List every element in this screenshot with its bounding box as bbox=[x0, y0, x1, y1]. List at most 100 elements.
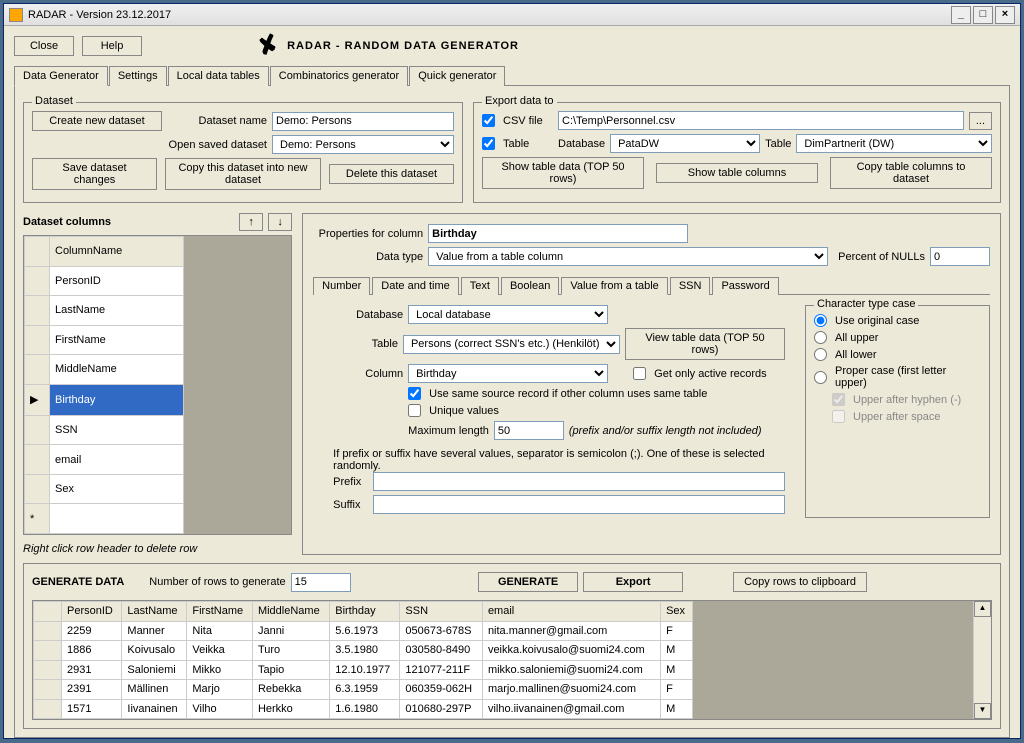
radar-logo-icon: ✘ bbox=[254, 28, 284, 62]
move-up-button[interactable]: ↑ bbox=[239, 213, 263, 231]
table-row[interactable]: 2391MällinenMarjoRebekka6.3.1959060359-0… bbox=[34, 680, 693, 700]
move-down-button[interactable]: ↓ bbox=[268, 213, 292, 231]
database-select[interactable]: PataDW bbox=[610, 134, 760, 153]
column-row[interactable]: MiddleName bbox=[25, 355, 184, 385]
tab-settings[interactable]: Settings bbox=[109, 66, 167, 86]
src-column-select[interactable]: Birthday bbox=[408, 364, 608, 383]
minimize-button[interactable]: _ bbox=[951, 6, 971, 24]
scroll-down-button[interactable]: ▼ bbox=[974, 703, 991, 719]
dataset-name-input[interactable] bbox=[272, 112, 454, 131]
proptab-value-from-table[interactable]: Value from a table bbox=[561, 277, 667, 295]
copy-dataset-button[interactable]: Copy this dataset into new dataset bbox=[165, 158, 321, 190]
delete-dataset-button[interactable]: Delete this dataset bbox=[329, 164, 454, 184]
scroll-up-button[interactable]: ▲ bbox=[974, 601, 991, 617]
proptab-datetime[interactable]: Date and time bbox=[372, 277, 458, 295]
open-dataset-select[interactable]: Demo: Persons bbox=[272, 135, 454, 154]
upper-hyphen-checkbox bbox=[832, 393, 845, 406]
tab-local-tables[interactable]: Local data tables bbox=[168, 66, 269, 86]
column-row[interactable]: ▶Birthday bbox=[25, 384, 184, 415]
case-original-radio[interactable] bbox=[814, 314, 827, 327]
src-database-label: Database bbox=[333, 309, 403, 321]
csv-path-input[interactable] bbox=[558, 111, 964, 130]
dataset-group-title: Dataset bbox=[32, 95, 76, 107]
tab-data-generator[interactable]: Data Generator bbox=[14, 66, 108, 86]
browse-button[interactable]: ... bbox=[969, 112, 992, 130]
src-table-label: Table bbox=[333, 338, 398, 350]
show-table-columns-button[interactable]: Show table columns bbox=[656, 163, 818, 183]
active-records-checkbox[interactable] bbox=[633, 367, 646, 380]
proptab-boolean[interactable]: Boolean bbox=[501, 277, 559, 295]
column-row[interactable]: email bbox=[25, 445, 184, 475]
data-type-label: Data type bbox=[313, 251, 423, 263]
export-table-label: Table bbox=[765, 138, 791, 150]
app-title: ✘ RADAR - RANDOM DATA GENERATOR bbox=[258, 31, 519, 60]
table-checkbox[interactable] bbox=[482, 137, 495, 150]
table-row[interactable]: 1571IivanainenVilhoHerkko1.6.1980010680-… bbox=[34, 699, 693, 719]
column-row[interactable]: PersonID bbox=[25, 266, 184, 296]
generate-button[interactable]: GENERATE bbox=[478, 572, 578, 592]
copy-clipboard-button[interactable]: Copy rows to clipboard bbox=[733, 572, 867, 592]
proptab-text[interactable]: Text bbox=[461, 277, 499, 295]
case-proper-radio[interactable] bbox=[814, 371, 827, 384]
window-title: RADAR - Version 23.12.2017 bbox=[28, 9, 951, 21]
unique-values-checkbox[interactable] bbox=[408, 404, 421, 417]
data-type-select[interactable]: Value from a table column bbox=[428, 247, 828, 266]
database-label: Database bbox=[558, 138, 605, 150]
case-group-title: Character type case bbox=[814, 298, 918, 310]
src-database-select[interactable]: Local database bbox=[408, 305, 608, 324]
export-button[interactable]: Export bbox=[583, 572, 683, 592]
column-row[interactable]: Sex bbox=[25, 474, 184, 504]
proptab-number[interactable]: Number bbox=[313, 277, 370, 295]
close-window-button[interactable]: × bbox=[995, 6, 1015, 24]
columns-grid[interactable]: ColumnName PersonIDLastNameFirstNameMidd… bbox=[24, 236, 184, 534]
export-table-select[interactable]: DimPartnerit (DW) bbox=[796, 134, 992, 153]
tab-combinatorics[interactable]: Combinatorics generator bbox=[270, 66, 408, 86]
src-column-label: Column bbox=[333, 368, 403, 380]
tab-quick[interactable]: Quick generator bbox=[409, 66, 505, 86]
export-group-title: Export data to bbox=[482, 95, 557, 107]
nulls-label: Percent of NULLs bbox=[838, 251, 925, 263]
csv-label: CSV file bbox=[503, 115, 553, 127]
proptab-ssn[interactable]: SSN bbox=[670, 277, 711, 295]
same-source-checkbox[interactable] bbox=[408, 387, 421, 400]
src-table-select[interactable]: Persons (correct SSN's etc.) (Henkilöt) bbox=[403, 335, 620, 354]
prefix-input[interactable] bbox=[373, 472, 785, 491]
show-table-data-button[interactable]: Show table data (TOP 50 rows) bbox=[482, 157, 644, 189]
generate-title: GENERATE DATA bbox=[32, 576, 124, 588]
unique-values-label: Unique values bbox=[429, 405, 499, 417]
props-column-input[interactable] bbox=[428, 224, 688, 243]
grid-filler bbox=[693, 601, 973, 719]
maxlen-hint: (prefix and/or suffix length not include… bbox=[569, 425, 762, 437]
view-table-data-button[interactable]: View table data (TOP 50 rows) bbox=[625, 328, 785, 360]
column-row[interactable]: SSN bbox=[25, 415, 184, 445]
nulls-input[interactable] bbox=[930, 247, 990, 266]
table-row[interactable]: 1886KoivusaloVeikkaTuro3.5.1980030580-84… bbox=[34, 641, 693, 661]
results-grid[interactable]: PersonIDLastNameFirstNameMiddleNameBirth… bbox=[33, 601, 693, 719]
help-button[interactable]: Help bbox=[82, 36, 142, 56]
table-row[interactable]: 2259MannerNitaJanni5.6.1973050673-678Sni… bbox=[34, 621, 693, 641]
table-label: Table bbox=[503, 138, 553, 150]
scrollbar[interactable]: ▲ ▼ bbox=[973, 601, 991, 719]
column-row[interactable]: LastName bbox=[25, 296, 184, 326]
rows-input[interactable] bbox=[291, 573, 351, 592]
csv-checkbox[interactable] bbox=[482, 114, 495, 127]
rows-label: Number of rows to generate bbox=[149, 576, 285, 588]
maximize-button[interactable]: □ bbox=[973, 6, 993, 24]
table-row[interactable]: 2931SaloniemiMikkoTapio12.10.1977121077-… bbox=[34, 660, 693, 680]
titlebar: RADAR - Version 23.12.2017 _ □ × bbox=[4, 4, 1020, 26]
suffix-label: Suffix bbox=[333, 499, 368, 511]
same-source-label: Use same source record if other column u… bbox=[429, 388, 707, 400]
close-button[interactable]: Close bbox=[14, 36, 74, 56]
case-upper-radio[interactable] bbox=[814, 331, 827, 344]
create-dataset-button[interactable]: Create new dataset bbox=[32, 111, 162, 131]
maxlen-label: Maximum length bbox=[408, 425, 489, 437]
maxlen-input[interactable] bbox=[494, 421, 564, 440]
upper-space-checkbox bbox=[832, 410, 845, 423]
case-lower-radio[interactable] bbox=[814, 348, 827, 361]
suffix-input[interactable] bbox=[373, 495, 785, 514]
columns-hint: Right click row header to delete row bbox=[23, 543, 292, 555]
proptab-password[interactable]: Password bbox=[712, 277, 778, 295]
copy-columns-button[interactable]: Copy table columns to dataset bbox=[830, 157, 992, 189]
column-row[interactable]: FirstName bbox=[25, 325, 184, 355]
save-dataset-button[interactable]: Save dataset changes bbox=[32, 158, 157, 190]
